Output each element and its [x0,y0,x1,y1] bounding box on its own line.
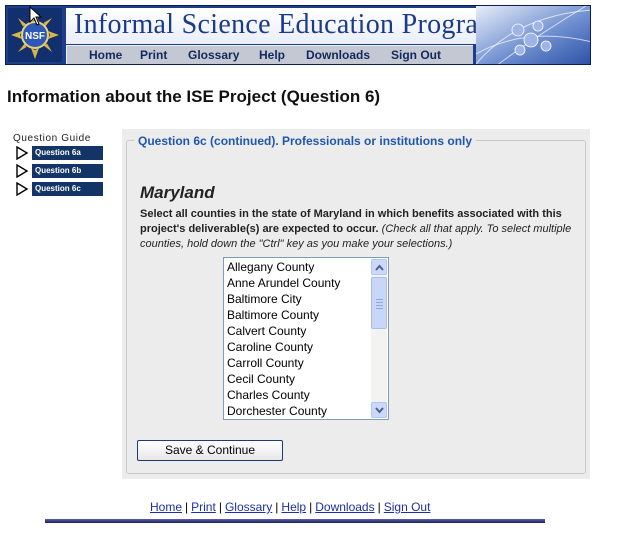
nav-help[interactable]: Help [259,48,285,62]
footer-divider [45,519,545,523]
guide-item-question-6a[interactable]: Question 6a [13,146,103,160]
county-option[interactable]: Caroline County [227,339,340,355]
county-option[interactable]: Anne Arundel County [227,275,340,291]
footer-link-help[interactable]: Help [281,500,306,514]
state-heading: Maryland [140,183,215,202]
play-arrow-icon [13,182,31,196]
county-option[interactable]: Carroll County [227,355,340,371]
chevron-up-icon [375,264,384,271]
guide-item-label: Question 6a [32,146,103,160]
listbox-scrollbar[interactable] [371,259,387,418]
guide-item-label: Question 6c [32,182,103,196]
county-option[interactable]: Baltimore City [227,291,340,307]
logo-text: NSF [25,31,45,42]
footer-link-home[interactable]: Home [150,500,182,514]
county-options: Allegany County Anne Arundel County Balt… [227,259,340,419]
county-option[interactable]: Baltimore County [227,307,340,323]
site-title: Informal Science Education Program [74,9,501,40]
county-option[interactable]: Allegany County [227,259,340,275]
guide-item-label: Question 6b [32,164,103,178]
molecule-graphic-icon [476,6,590,64]
nav-print[interactable]: Print [140,48,167,62]
nav-downloads[interactable]: Downloads [306,48,370,62]
page-title: Information about the ISE Project (Quest… [7,87,381,106]
question-panel: Maryland Select all counties in the stat… [122,129,590,479]
county-option[interactable]: Charles County [227,387,340,403]
play-arrow-icon [13,146,31,160]
county-option[interactable]: Calvert County [227,323,340,339]
nav-home[interactable]: Home [89,48,122,62]
footer-link-glossary[interactable]: Glossary [225,500,272,514]
county-option[interactable]: Cecil County [227,371,340,387]
scroll-thumb[interactable] [371,277,387,329]
scroll-down-button[interactable] [371,402,387,418]
footer-nav: Home | Print | Glossary | Help | Downloads | Sign … [150,500,431,514]
question-fieldset: Maryland Select all counties in the stat… [126,140,586,474]
question-legend: Question 6c (continued). Professionals o… [134,134,477,148]
top-nav: Home Print Glossary Help Downloads Sign … [66,45,473,64]
footer-link-sign-out[interactable]: Sign Out [384,500,431,514]
chevron-down-icon [375,407,384,414]
county-multiselect[interactable]: Allegany County Anne Arundel County Balt… [223,257,389,420]
play-arrow-icon [13,164,31,178]
site-title-band: Informal Science Education Program [66,8,500,44]
save-continue-button[interactable]: Save & Continue [137,440,283,461]
nav-glossary[interactable]: Glossary [188,48,239,62]
nav-sign-out[interactable]: Sign Out [391,48,441,62]
question-guide-label: Question Guide [13,133,91,144]
footer-link-print[interactable]: Print [191,500,216,514]
mouse-cursor-icon [29,6,43,26]
guide-item-question-6c[interactable]: Question 6c [13,182,103,196]
guide-item-question-6b[interactable]: Question 6b [13,164,103,178]
county-option[interactable]: Dorchester County [227,403,340,419]
footer-link-downloads[interactable]: Downloads [315,500,374,514]
instructions: Select all counties in the state of Mary… [140,207,580,252]
header-banner: NSF Informal Science Education Program H… [5,5,591,65]
scroll-up-button[interactable] [371,259,387,275]
